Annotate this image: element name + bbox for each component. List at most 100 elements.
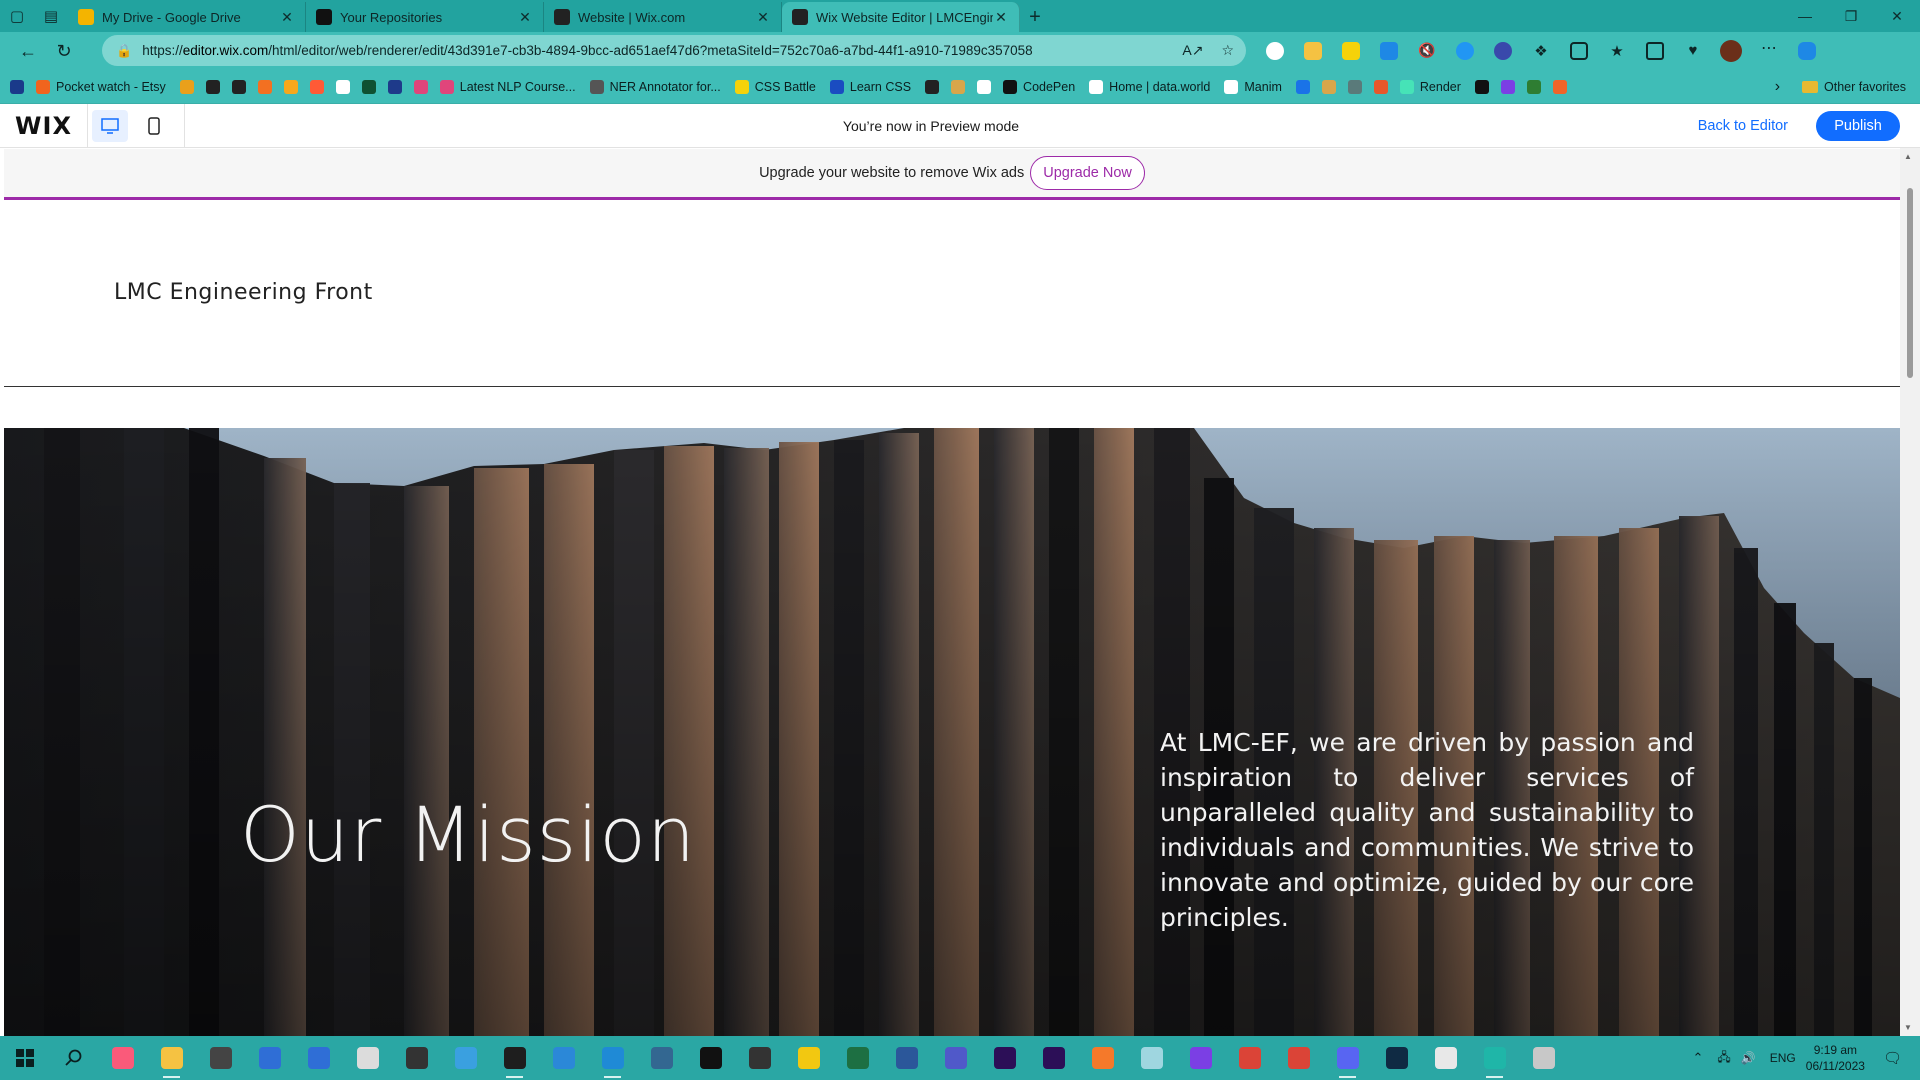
discord-icon[interactable] [1323,1036,1372,1080]
bookmark-item[interactable]: Home | data.world [1089,79,1210,94]
minimize-icon[interactable]: — [1782,0,1828,32]
scrollbar-thumb[interactable] [1907,188,1913,378]
bookmark-item[interactable]: Manim [1224,79,1282,94]
bookmark-item[interactable] [257,79,272,94]
bookmarks-overflow-chevron-icon[interactable]: › [1775,78,1780,96]
start-button[interactable] [0,1036,49,1080]
bookmark-item[interactable] [977,79,992,94]
close-tab-icon[interactable]: ✕ [755,9,771,26]
itunes-icon[interactable] [98,1036,147,1080]
site-title[interactable]: LMC Engineering Front [114,280,373,305]
new-tab-button[interactable]: + [1020,2,1050,32]
bookmark-item[interactable] [951,79,966,94]
bookmark-item[interactable]: Render [1399,79,1461,94]
terminal-icon[interactable] [490,1036,539,1080]
publish-button[interactable]: Publish [1816,110,1900,141]
app-draw-icon[interactable] [1127,1036,1176,1080]
network-icon[interactable]: 🖧 [1717,1048,1730,1069]
collections-icon[interactable] [1640,36,1670,66]
bookmark-item[interactable] [179,79,194,94]
notifications-icon[interactable]: 🗨 [1883,1049,1902,1067]
word-icon[interactable] [882,1036,931,1080]
extension-icon[interactable] [1450,36,1480,66]
back-to-editor-link[interactable]: Back to Editor [1698,118,1788,134]
bookmark-item[interactable] [1474,79,1489,94]
blender-icon[interactable] [1078,1036,1127,1080]
favorites-icon[interactable]: ★ [1602,36,1632,66]
bookmark-item[interactable] [1347,79,1362,94]
app-paint-icon[interactable] [1519,1036,1568,1080]
app-blue-icon[interactable] [245,1036,294,1080]
app-photo-icon[interactable] [441,1036,490,1080]
close-window-icon[interactable]: ✕ [1874,0,1920,32]
split-screen-icon[interactable] [1564,36,1594,66]
extension-icon[interactable] [1298,36,1328,66]
refresh-icon[interactable]: ↻ [46,35,82,67]
vscode-icon[interactable] [588,1036,637,1080]
bookmark-item[interactable] [231,79,246,94]
app-mesh-icon[interactable] [1421,1036,1470,1080]
extension-icon[interactable] [1488,36,1518,66]
close-tab-icon[interactable]: ✕ [993,9,1009,26]
browser-tab[interactable]: My Drive - Google Drive ✕ [68,2,306,32]
arrow-app-icon[interactable] [735,1036,784,1080]
bookmark-item[interactable] [1500,79,1515,94]
bookmark-item[interactable] [1295,79,1310,94]
copilot-icon[interactable] [1792,36,1822,66]
browser-tab[interactable]: Wix Website Editor | LMCEngine ✕ [782,2,1020,32]
powerbi-icon[interactable] [784,1036,833,1080]
bookmark-item[interactable]: Pocket watch - Etsy [36,79,166,94]
profile-avatar[interactable] [1716,36,1746,66]
chrome-alt-icon[interactable] [1274,1036,1323,1080]
volume-icon[interactable]: 🔊 [1741,1051,1756,1065]
bookmark-item[interactable]: CSS Battle [734,79,816,94]
browser-essentials-icon[interactable]: ♥ [1678,36,1708,66]
bookmark-item[interactable] [283,79,298,94]
extension-icon[interactable] [1336,36,1366,66]
bookmark-item[interactable] [309,79,324,94]
clock[interactable]: 9:19 am 06/11/2023 [1806,1042,1865,1074]
close-tab-icon[interactable]: ✕ [279,9,295,26]
calculator-icon[interactable] [196,1036,245,1080]
search-button[interactable] [49,1036,98,1080]
more-menu-icon[interactable]: ⋯ [1754,36,1784,66]
tab-actions-icon[interactable]: ▤ [34,0,68,32]
teams-icon[interactable] [931,1036,980,1080]
restore-icon[interactable]: ❐ [1828,0,1874,32]
browser-tab[interactable]: Website | Wix.com ✕ [544,2,782,32]
bookmark-item[interactable] [413,79,428,94]
excel-icon[interactable] [833,1036,882,1080]
bookmark-item[interactable] [1321,79,1336,94]
scroll-down-icon[interactable]: ▼ [1904,1023,1912,1032]
bookmark-item[interactable] [387,79,402,94]
scroll-up-icon[interactable]: ▲ [1904,152,1912,161]
app-people-icon[interactable] [294,1036,343,1080]
bookmark-item[interactable]: CodePen [1003,79,1075,94]
premiere-icon[interactable] [1029,1036,1078,1080]
favorite-star-icon[interactable]: ☆ [1221,42,1234,59]
close-tab-icon[interactable]: ✕ [517,9,533,26]
photoshop-icon[interactable] [1372,1036,1421,1080]
edge-icon[interactable] [1470,1036,1519,1080]
workspaces-icon[interactable]: ▢ [0,0,34,32]
file-explorer-icon[interactable] [147,1036,196,1080]
extensions-puzzle-icon[interactable]: ❖ [1526,36,1556,66]
other-favorites-folder[interactable]: Other favorites [1802,80,1906,94]
app-cloud-icon[interactable] [343,1036,392,1080]
postgres-icon[interactable] [637,1036,686,1080]
browser-tab[interactable]: Your Repositories ✕ [306,2,544,32]
address-bar[interactable]: 🔒 https://editor.wix.com/html/editor/web… [102,35,1246,66]
mute-icon[interactable]: 🔇 [1412,36,1442,66]
upgrade-now-button[interactable]: Upgrade Now [1030,156,1145,190]
app-refresh-icon[interactable] [539,1036,588,1080]
notion-icon[interactable] [686,1036,735,1080]
bookmark-item[interactable] [925,79,940,94]
bookmark-play-icon[interactable] [10,79,24,94]
bookmark-item[interactable] [205,79,220,94]
read-aloud-icon[interactable]: A↗ [1182,42,1203,59]
extension-icon[interactable] [1374,36,1404,66]
bookmark-item[interactable] [335,79,350,94]
chrome-icon[interactable] [1225,1036,1274,1080]
bookmark-item[interactable] [1526,79,1541,94]
bookmark-item[interactable] [1373,79,1388,94]
